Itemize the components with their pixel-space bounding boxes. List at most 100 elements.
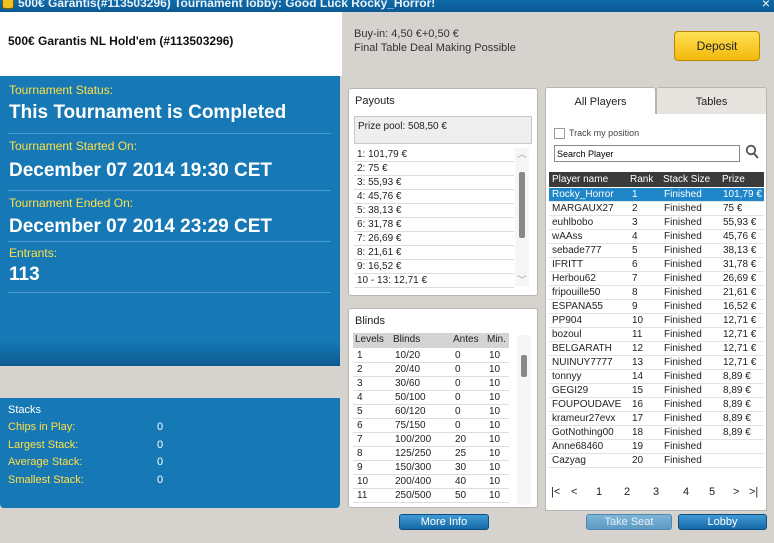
stack-cell: Finished bbox=[664, 357, 702, 368]
first-page-icon[interactable]: |< bbox=[551, 486, 560, 498]
blinds-table-header: Levels Blinds Antes Min. bbox=[353, 333, 509, 348]
table-row: 7 100/200 20 10 bbox=[353, 433, 509, 447]
rank-cell: 1 bbox=[632, 189, 638, 200]
table-row: 11 250/500 50 10 bbox=[353, 489, 509, 503]
prize-cell: 21,61 € bbox=[723, 287, 757, 298]
table-row[interactable]: Herbou62 7 Finished 26,69 € bbox=[549, 272, 764, 286]
blinds-cell: 30/60 bbox=[395, 378, 421, 389]
player-name-cell: GotNothing00 bbox=[552, 427, 614, 438]
table-row[interactable]: FOUPOUDAVE 16 Finished 8,89 € bbox=[549, 398, 764, 412]
payout-row: 5: 38,13 € bbox=[354, 204, 514, 218]
next-page-icon[interactable]: > bbox=[733, 486, 739, 498]
tab-tables[interactable]: Tables bbox=[656, 87, 767, 115]
blinds-cell: 75/150 bbox=[395, 420, 426, 431]
table-row[interactable]: wAAss 4 Finished 45,76 € bbox=[549, 230, 764, 244]
page-5[interactable]: 5 bbox=[709, 486, 715, 498]
antes-cell: 40 bbox=[455, 476, 467, 487]
prev-page-icon[interactable]: < bbox=[571, 486, 577, 498]
player-name-cell: wAAss bbox=[552, 231, 583, 242]
level-cell: 5 bbox=[357, 406, 363, 417]
track-checkbox[interactable] bbox=[554, 128, 565, 140]
close-icon[interactable]: × bbox=[762, 0, 770, 10]
ended-label: Tournament Ended On: bbox=[9, 196, 134, 210]
lobby-button[interactable]: Lobby bbox=[678, 514, 767, 530]
rank-cell: 18 bbox=[632, 427, 644, 438]
window-titlebar: 500€ Garantis(#113503296) Tournament lob… bbox=[0, 0, 774, 12]
table-row[interactable]: Anne68460 19 Finished bbox=[549, 440, 764, 454]
table-row[interactable]: tonnyy 14 Finished 8,89 € bbox=[549, 370, 764, 384]
player-name-cell: krameur27evx bbox=[552, 413, 616, 424]
prize-cell: 12,71 € bbox=[723, 315, 757, 326]
scroll-up-icon[interactable]: ︿ bbox=[515, 148, 529, 160]
prize-cell: 12,71 € bbox=[723, 343, 757, 354]
scroll-down-icon[interactable]: ﹀ bbox=[515, 274, 529, 286]
table-row[interactable]: GotNothing00 18 Finished 8,89 € bbox=[549, 426, 764, 440]
table-row[interactable]: NUINUY7777 13 Finished 12,71 € bbox=[549, 356, 764, 370]
table-row[interactable]: sebade777 5 Finished 38,13 € bbox=[549, 244, 764, 258]
table-row[interactable]: bozoul 11 Finished 12,71 € bbox=[549, 328, 764, 342]
stack-cell: Finished bbox=[664, 189, 702, 200]
stack-cell: Finished bbox=[664, 385, 702, 396]
prize-cell: 75 € bbox=[723, 203, 743, 214]
table-row[interactable]: MARGAUX27 2 Finished 75 € bbox=[549, 202, 764, 216]
antes-cell: 0 bbox=[455, 364, 461, 375]
col-antes: Antes bbox=[453, 334, 479, 345]
rank-cell: 13 bbox=[632, 357, 644, 368]
started-value: December 07 2014 19:30 CET bbox=[9, 160, 272, 181]
search-input[interactable] bbox=[554, 145, 740, 162]
table-row[interactable]: Cazyag 20 Finished bbox=[549, 454, 764, 468]
rank-cell: 17 bbox=[632, 413, 644, 424]
page-1[interactable]: 1 bbox=[596, 486, 602, 498]
col-prize[interactable]: Prize bbox=[722, 172, 745, 187]
min-cell: 10 bbox=[489, 378, 501, 389]
antes-cell: 0 bbox=[455, 350, 461, 361]
table-row[interactable]: ESPANA55 9 Finished 16,52 € bbox=[549, 300, 764, 314]
player-name-cell: GEGI29 bbox=[552, 385, 589, 396]
track-position[interactable]: Track my position bbox=[554, 128, 639, 140]
table-row[interactable]: krameur27evx 17 Finished 8,89 € bbox=[549, 412, 764, 426]
page-2[interactable]: 2 bbox=[624, 486, 630, 498]
table-row[interactable]: IFRITT 6 Finished 31,78 € bbox=[549, 258, 764, 272]
last-page-icon[interactable]: >| bbox=[749, 486, 758, 498]
col-player-name[interactable]: Player name bbox=[552, 172, 608, 187]
rank-cell: 5 bbox=[632, 245, 638, 256]
blinds-table: 1 10/20 0 10 2 20/40 0 10 3 30/60 0 10 4 50/100 0 10… bbox=[353, 349, 509, 503]
deal-making-text: Final Table Deal Making Possible bbox=[354, 42, 516, 54]
table-row[interactable]: euhlbobo 3 Finished 55,93 € bbox=[549, 216, 764, 230]
payout-row: 9: 16,52 € bbox=[354, 260, 514, 274]
page-3[interactable]: 3 bbox=[653, 486, 659, 498]
blinds-cell: 250/500 bbox=[395, 490, 432, 501]
tournament-name: 500€ Garantis NL Hold'em (#113503296) bbox=[8, 34, 234, 48]
col-rank[interactable]: Rank bbox=[630, 172, 653, 187]
col-stack-size[interactable]: Stack Size bbox=[663, 172, 710, 187]
take-seat-button[interactable]: Take Seat bbox=[586, 514, 672, 530]
scroll-thumb[interactable] bbox=[519, 172, 525, 238]
blinds-scrollbar[interactable] bbox=[517, 335, 531, 505]
stack-cell: Finished bbox=[664, 413, 702, 424]
prize-cell: 16,52 € bbox=[723, 301, 757, 312]
table-row[interactable]: Rocky_Horror 1 Finished 101,79 € bbox=[549, 188, 764, 202]
min-cell: 10 bbox=[489, 420, 501, 431]
table-row[interactable]: PP904 10 Finished 12,71 € bbox=[549, 314, 764, 328]
stack-cell: Finished bbox=[664, 273, 702, 284]
search-icon[interactable] bbox=[745, 144, 759, 160]
antes-cell: 30 bbox=[455, 462, 467, 473]
table-row[interactable]: GEGI29 15 Finished 8,89 € bbox=[549, 384, 764, 398]
scroll-thumb[interactable] bbox=[521, 355, 527, 377]
table-row[interactable]: fripouille50 8 Finished 21,61 € bbox=[549, 286, 764, 300]
started-label: Tournament Started On: bbox=[9, 139, 138, 153]
average-stack-value: 0 bbox=[157, 456, 164, 468]
rank-cell: 9 bbox=[632, 301, 638, 312]
payout-row: 8: 21,61 € bbox=[354, 246, 514, 260]
deposit-button[interactable]: Deposit bbox=[674, 31, 760, 61]
payout-list: 1: 101,79 € 2: 75 € 3: 55,93 € 4: 45,76 … bbox=[354, 148, 514, 288]
more-info-button[interactable]: More Info bbox=[399, 514, 489, 530]
level-cell: 2 bbox=[357, 364, 363, 375]
table-row: 6 75/150 0 10 bbox=[353, 419, 509, 433]
stack-cell: Finished bbox=[664, 441, 702, 452]
payouts-scrollbar[interactable]: ︿ ﹀ bbox=[515, 148, 529, 286]
page-4[interactable]: 4 bbox=[683, 486, 689, 498]
player-name-cell: PP904 bbox=[552, 315, 583, 326]
table-row[interactable]: BELGARATH 12 Finished 12,71 € bbox=[549, 342, 764, 356]
tab-all-players[interactable]: All Players bbox=[545, 87, 656, 115]
